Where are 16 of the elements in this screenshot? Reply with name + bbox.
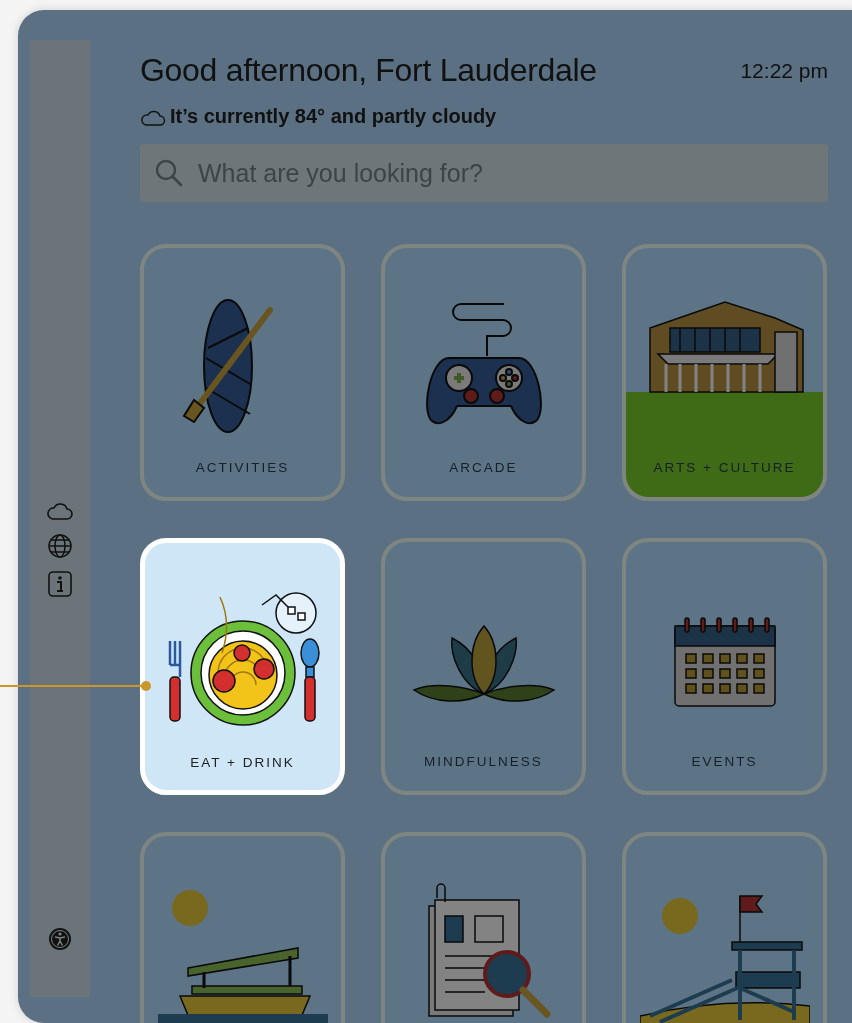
category-tile[interactable]: ARTS + CULTURE [622,244,827,501]
category-tile[interactable]: MINDFULNESS [381,538,586,795]
cloud-icon[interactable] [45,501,75,521]
category-tile[interactable]: EAT + DRINK [140,538,345,795]
category-tile[interactable]: ARCADE [381,244,586,501]
info-icon[interactable] [45,571,75,597]
category-tile[interactable]: EVENTS [622,538,827,795]
search-icon [154,158,184,188]
category-tile[interactable] [140,832,345,1023]
weather-text: It’s currently 84° and partly cloudy [170,105,497,128]
clock-time: 12:22 pm [740,58,828,83]
globe-icon[interactable] [45,533,75,559]
category-tile[interactable] [622,832,827,1023]
category-tile[interactable] [381,832,586,1023]
category-tile[interactable]: ACTIVITIES [140,244,345,501]
greeting-heading: Good afternoon, Fort Lauderdale [140,52,597,89]
